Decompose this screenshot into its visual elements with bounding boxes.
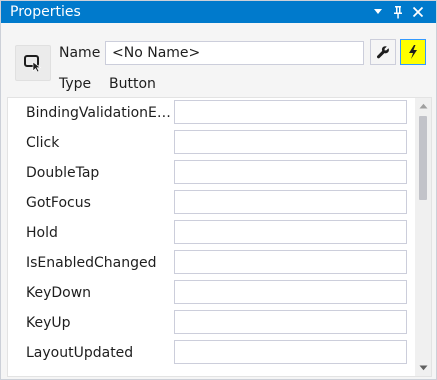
event-handler-field[interactable] <box>174 190 407 214</box>
event-row: GotFocus <box>8 188 416 218</box>
properties-view-button[interactable] <box>370 39 396 65</box>
scroll-up-arrow-icon <box>419 103 427 109</box>
event-handler-field[interactable] <box>174 280 407 304</box>
event-name: Click <box>26 135 60 151</box>
name-label: Name <box>59 45 101 61</box>
event-handler-list: BindingValidationEr... Click DoubleTap G… <box>7 97 432 377</box>
scroll-up-button[interactable] <box>415 98 431 114</box>
auto-hide-pin-button[interactable] <box>389 1 407 23</box>
event-row: KeyDown <box>8 278 416 308</box>
properties-panel: Properties Name <No Name> Type Button Bi… <box>0 0 437 380</box>
event-row: BindingValidationEr... <box>8 98 416 128</box>
type-label: Type <box>59 76 92 92</box>
event-name: LayoutUpdated <box>26 345 134 361</box>
vertical-scrollbar[interactable] <box>415 98 431 376</box>
scroll-down-arrow-icon <box>419 365 427 371</box>
event-row: IsEnabledChanged <box>8 248 416 278</box>
event-row: KeyUp <box>8 308 416 338</box>
pin-icon <box>394 6 402 19</box>
event-row: Hold <box>8 218 416 248</box>
panel-title: Properties <box>10 4 81 20</box>
event-name: KeyUp <box>26 315 71 331</box>
triangle-down-icon <box>374 9 382 14</box>
event-handler-field[interactable] <box>174 340 407 364</box>
selected-element-header: Name Type Button <box>1 23 436 95</box>
window-position-dropdown-button[interactable] <box>369 1 387 23</box>
event-handler-field[interactable] <box>174 310 407 334</box>
panel-title-bar[interactable]: Properties <box>1 1 436 23</box>
wrench-icon <box>376 46 389 59</box>
button-element-icon <box>15 45 51 81</box>
event-name: KeyDown <box>26 285 92 301</box>
event-handler-field[interactable] <box>174 220 407 244</box>
close-icon <box>412 6 424 18</box>
event-row: DoubleTap <box>8 158 416 188</box>
event-name: GotFocus <box>26 195 91 211</box>
scroll-thumb[interactable] <box>419 116 427 200</box>
lightning-bolt-icon <box>409 45 417 59</box>
events-view-button[interactable] <box>400 39 426 65</box>
close-panel-button[interactable] <box>409 1 427 23</box>
event-name: IsEnabledChanged <box>26 255 157 271</box>
event-name: DoubleTap <box>26 165 100 181</box>
event-name: BindingValidationEr... <box>26 105 174 121</box>
event-handler-field[interactable] <box>174 160 407 184</box>
name-field[interactable] <box>105 41 364 65</box>
event-handler-field[interactable] <box>174 100 407 124</box>
event-row: LayoutUpdated <box>8 338 416 368</box>
event-handler-field[interactable] <box>174 130 407 154</box>
event-handler-field[interactable] <box>174 250 407 274</box>
event-name: Hold <box>26 225 58 241</box>
event-row: Click <box>8 128 416 158</box>
scroll-down-button[interactable] <box>415 360 431 376</box>
type-value: Button <box>109 76 156 92</box>
